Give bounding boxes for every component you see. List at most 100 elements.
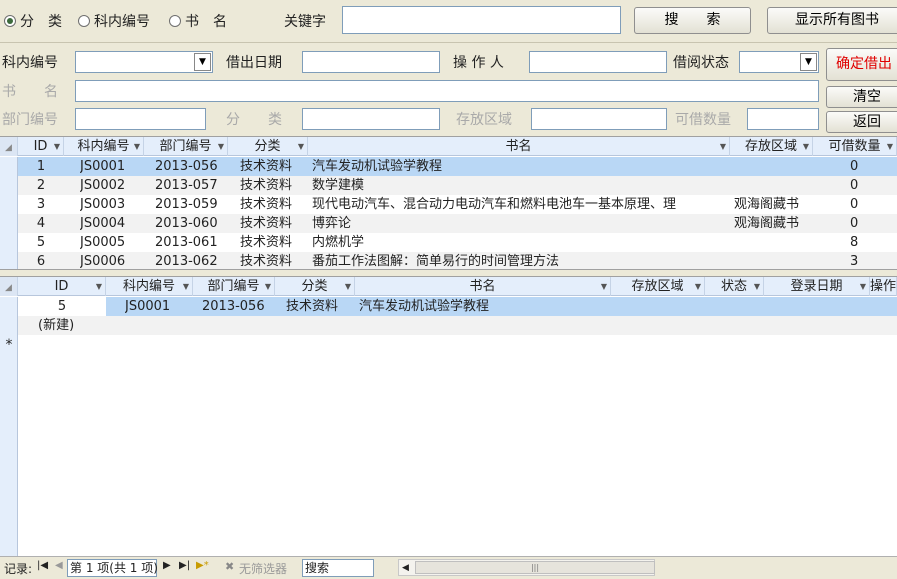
filter-status[interactable]: 无筛选器 — [239, 560, 287, 577]
cell-qty: 0 — [850, 178, 859, 193]
books-col-category-label: 分类 — [254, 139, 281, 154]
next-record-icon[interactable]: ▶ — [163, 560, 171, 571]
books-col-code-label: 科内编号 — [77, 139, 130, 154]
radio-title[interactable]: 书 名 — [169, 11, 227, 31]
books-col-id[interactable]: ID ▼ — [18, 137, 64, 156]
dept-input[interactable] — [75, 108, 206, 130]
title-label: 书 名 — [2, 84, 58, 100]
grid-splitter[interactable] — [0, 269, 897, 277]
confirm-loan-button[interactable]: 确定借出 — [826, 48, 897, 81]
radio-category-dot[interactable] — [4, 15, 16, 27]
cell-category: 技术资料 — [240, 178, 293, 193]
loan-col-date[interactable]: 登录日期 ▼ — [764, 277, 870, 296]
table-row[interactable]: 6 JS0006 2013-062 技术资料 番茄工作法图解：简单易行的时间管理… — [18, 252, 897, 269]
table-row[interactable]: 2 JS0002 2013-057 技术资料 数学建模 0 — [18, 176, 897, 195]
loan-col-title[interactable]: 书名 ▼ — [355, 277, 611, 296]
select-all-corner[interactable]: ◢ — [0, 137, 18, 156]
search-button[interactable]: 搜 索 — [634, 7, 751, 34]
books-col-qty[interactable]: 可借数量 ▼ — [813, 137, 897, 156]
new-record-row[interactable]: (新建) — [18, 316, 897, 335]
loan-col-code[interactable]: 科内编号 ▼ — [106, 277, 193, 296]
chevron-down-icon: ▼ — [753, 282, 760, 291]
title-input[interactable] — [75, 80, 819, 102]
record-search-input[interactable]: 搜索 — [302, 559, 374, 577]
cell-id: 3 — [36, 197, 46, 212]
cell-location — [734, 176, 814, 195]
radio-title-dot[interactable] — [169, 15, 181, 27]
loan-col-category[interactable]: 分类 ▼ — [275, 277, 355, 296]
table-row[interactable]: 5 JS0001 2013-056 技术资料 汽车发动机试验学教程 — [18, 297, 897, 316]
cell-code: JS0001 — [125, 299, 171, 314]
show-all-books-button[interactable]: 显示所有图书 — [767, 7, 897, 34]
chevron-down-icon[interactable]: ▼ — [800, 53, 817, 71]
cell-category: 技术资料 — [240, 235, 293, 250]
chevron-down-icon[interactable]: ▼ — [194, 53, 211, 71]
location-input[interactable] — [531, 108, 667, 130]
table-row[interactable]: 3 JS0003 2013-059 技术资料 现代电动汽车、混合动力电动汽车和燃… — [18, 195, 897, 214]
cell-id: 4 — [36, 216, 46, 231]
cell-code: JS0003 — [80, 197, 126, 212]
cell-dept: 2013-057 — [155, 178, 218, 193]
chevron-down-icon: ▼ — [264, 282, 271, 291]
code-label: 科内编号 — [2, 55, 58, 71]
back-button[interactable]: 返回 — [826, 111, 897, 133]
chevron-down-icon: ▼ — [600, 282, 607, 291]
cell-id: 5 — [18, 297, 106, 316]
qty-input[interactable] — [747, 108, 819, 130]
books-col-id-label: ID — [33, 139, 48, 154]
cell-qty: 3 — [850, 254, 859, 269]
loan-col-action[interactable]: 操作 — [870, 277, 897, 296]
cell-code: JS0004 — [80, 216, 126, 231]
prev-record-icon[interactable]: ◀ — [55, 560, 63, 571]
select-all-corner[interactable]: ◢ — [0, 277, 18, 296]
loan-col-date-label: 登录日期 — [790, 279, 843, 294]
operator-input[interactable] — [529, 51, 667, 73]
table-row[interactable]: 1 JS0001 2013-056 技术资料 汽车发动机试验学教程 0 — [18, 157, 897, 176]
books-col-title-label: 书名 — [505, 139, 532, 154]
loan-col-status[interactable]: 状态 ▼ — [705, 277, 764, 296]
new-record-icon[interactable]: ▶* — [196, 560, 209, 571]
loan-col-location[interactable]: 存放区域 ▼ — [611, 277, 705, 296]
horizontal-scrollbar[interactable]: ◀ ||| — [398, 559, 655, 576]
loan-col-id[interactable]: ID ▼ — [18, 277, 106, 296]
cell-title: 汽车发动机试验学教程 — [359, 299, 490, 314]
filter-icon: ✖ — [225, 560, 235, 573]
record-position-input[interactable]: 第 1 项(共 1 项) — [67, 559, 158, 577]
status-combo[interactable]: ▼ — [739, 51, 819, 73]
loan-col-action-label: 操作 — [870, 279, 897, 294]
books-row-selector-column[interactable] — [0, 157, 18, 269]
last-record-icon[interactable]: ▶| — [179, 560, 190, 571]
radio-category[interactable]: 分 类 — [4, 11, 62, 31]
chevron-down-icon: ▼ — [95, 282, 102, 291]
first-record-icon[interactable]: |◀ — [37, 560, 48, 571]
chevron-down-icon: ▼ — [182, 282, 189, 291]
radio-code-label: 科内编号 — [94, 14, 150, 30]
loan-col-dept[interactable]: 部门编号 ▼ — [193, 277, 275, 296]
table-row[interactable]: 4 JS0004 2013-060 技术资料 博弈论 观海阁藏书 0 — [18, 214, 897, 233]
books-col-code[interactable]: 科内编号 ▼ — [64, 137, 144, 156]
books-col-location[interactable]: 存放区域 ▼ — [730, 137, 813, 156]
scroll-left-icon[interactable]: ◀ — [402, 560, 409, 576]
cell-dept: 2013-056 — [155, 159, 218, 174]
books-col-title[interactable]: 书名 ▼ — [308, 137, 730, 156]
date-input[interactable] — [302, 51, 440, 73]
scrollbar-thumb[interactable]: ||| — [415, 561, 655, 574]
cell-dept: 2013-060 — [155, 216, 218, 231]
location-label: 存放区域 — [456, 112, 512, 128]
books-col-category[interactable]: 分类 ▼ — [228, 137, 308, 156]
loan-row-selector-column[interactable]: * — [0, 297, 18, 556]
clear-button[interactable]: 清空 — [826, 86, 897, 108]
books-col-dept[interactable]: 部门编号 ▼ — [144, 137, 228, 156]
loan-grid: ◢ ID ▼ 科内编号 ▼ 部门编号 ▼ 分类 ▼ 书名 ▼ 存放区域 ▼ 状态 ▼ 登录日期… — [0, 277, 897, 556]
category-input[interactable] — [302, 108, 440, 130]
keyword-input[interactable] — [342, 6, 621, 34]
cell-id: 6 — [36, 254, 46, 269]
radio-code[interactable]: 科内编号 — [78, 11, 150, 31]
radio-code-dot[interactable] — [78, 15, 90, 27]
code-combo[interactable]: ▼ — [75, 51, 213, 73]
new-row-marker: * — [5, 337, 13, 353]
loan-grid-header: ◢ ID ▼ 科内编号 ▼ 部门编号 ▼ 分类 ▼ 书名 ▼ 存放区域 ▼ 状态 ▼ 登录日期… — [0, 277, 897, 296]
chevron-down-icon: ▼ — [344, 282, 351, 291]
books-grid-header: ◢ ID ▼ 科内编号 ▼ 部门编号 ▼ 分类 ▼ 书名 ▼ 存放区域 ▼ 可借数量 ▼ — [0, 137, 897, 156]
table-row[interactable]: 5 JS0005 2013-061 技术资料 内燃机学 8 — [18, 233, 897, 252]
